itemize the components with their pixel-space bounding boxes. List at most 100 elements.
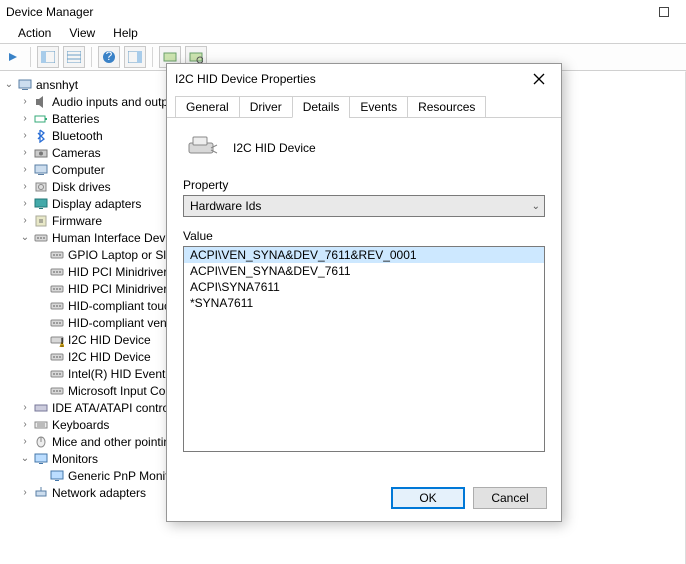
computer-icon: [32, 162, 50, 178]
warn-icon: !: [48, 332, 66, 348]
net-icon: [32, 485, 50, 501]
scan-icon: [189, 51, 203, 63]
value-item[interactable]: *SYNA7611: [184, 295, 544, 311]
property-combo-value: Hardware Ids: [190, 199, 261, 213]
mouse-icon: [32, 434, 50, 450]
tab-details-label: Details: [303, 100, 340, 114]
tree-root-label: ansnhyt: [34, 78, 78, 92]
dialog-close-button[interactable]: [525, 68, 553, 90]
dialog-header[interactable]: I2C HID Device Properties: [167, 64, 561, 94]
keyboard-icon: [32, 417, 50, 433]
computer-icon: [16, 77, 34, 93]
maximize-icon: [659, 7, 669, 17]
tab-events[interactable]: Events: [349, 96, 408, 118]
value-item[interactable]: ACPI\VEN_SYNA&DEV_7611: [184, 263, 544, 279]
tree-item-label: Display adapters: [50, 197, 141, 211]
tree-item-label: Generic PnP Monitor: [66, 469, 179, 483]
app-title: Device Manager: [6, 5, 93, 19]
tab-events-label: Events: [360, 100, 397, 114]
ok-button[interactable]: OK: [391, 487, 465, 509]
svg-text:?: ?: [106, 50, 113, 63]
property-combo[interactable]: Hardware Ids ⌄: [183, 195, 545, 217]
tree-item-label: Keyboards: [50, 418, 109, 432]
tab-details[interactable]: Details: [292, 96, 351, 118]
chevron-down-icon: ⌄: [532, 201, 540, 212]
expand-icon[interactable]: ›: [18, 487, 32, 498]
menu-help[interactable]: Help: [113, 26, 138, 40]
tree-item-label: Audio inputs and outputs: [50, 95, 184, 109]
tree-item-label: Batteries: [50, 112, 99, 126]
tree-item-label: Disk drives: [50, 180, 111, 194]
toolbar-separator: [30, 47, 31, 67]
toolbar-separator: [152, 47, 153, 67]
grid-icon: [67, 51, 81, 63]
svg-text:!: !: [60, 335, 63, 347]
toolbar-btn-1[interactable]: [37, 46, 59, 68]
expand-icon[interactable]: ⌄: [18, 453, 32, 464]
toolbar-btn-3[interactable]: [124, 46, 146, 68]
menu-view[interactable]: View: [69, 26, 95, 40]
tree-item-label: Computer: [50, 163, 105, 177]
panel-icon: [128, 51, 142, 63]
cancel-button-label: Cancel: [491, 491, 528, 505]
tree-item-label: I2C HID Device: [66, 350, 151, 364]
window-maximize-button[interactable]: [641, 0, 686, 23]
dialog-title: I2C HID Device Properties: [175, 72, 316, 86]
expand-icon[interactable]: ›: [18, 215, 32, 226]
tree-item-label: I2C HID Device: [66, 333, 151, 347]
expand-icon[interactable]: ›: [18, 436, 32, 447]
toolbar-btn-2[interactable]: [63, 46, 85, 68]
expand-icon[interactable]: ›: [18, 164, 32, 175]
expand-icon[interactable]: ›: [18, 147, 32, 158]
scan-icon: [163, 51, 177, 63]
monitor-icon: [32, 451, 50, 467]
device-name: I2C HID Device: [233, 141, 316, 155]
hid-icon: [48, 247, 66, 263]
tab-resources[interactable]: Resources: [407, 96, 486, 118]
panel-icon: [41, 51, 55, 63]
firmware-icon: [32, 213, 50, 229]
hid-icon: [48, 298, 66, 314]
property-label: Property: [183, 178, 545, 192]
hid-icon: [48, 281, 66, 297]
hid-icon: [32, 230, 50, 246]
nav-forward-button[interactable]: [2, 46, 24, 68]
tree-item-label: Cameras: [50, 146, 101, 160]
bluetooth-icon: [32, 128, 50, 144]
display-icon: [32, 196, 50, 212]
menubar: Action View Help: [0, 23, 686, 43]
value-item[interactable]: ACPI\SYNA7611: [184, 279, 544, 295]
expand-icon[interactable]: ⌄: [2, 79, 16, 90]
expand-icon[interactable]: ›: [18, 402, 32, 413]
speaker-icon: [32, 94, 50, 110]
expand-icon[interactable]: ›: [18, 181, 32, 192]
value-item[interactable]: ACPI\VEN_SYNA&DEV_7611&REV_0001: [184, 247, 544, 263]
expand-icon[interactable]: ›: [18, 96, 32, 107]
ide-icon: [32, 400, 50, 416]
expand-icon[interactable]: ⌄: [18, 232, 32, 243]
expand-icon[interactable]: ›: [18, 130, 32, 141]
toolbar-help-button[interactable]: ?: [98, 46, 120, 68]
battery-icon: [32, 111, 50, 127]
tab-general-label: General: [186, 100, 229, 114]
tab-general[interactable]: General: [175, 96, 240, 118]
hid-icon: [48, 383, 66, 399]
value-listbox[interactable]: ACPI\VEN_SYNA&DEV_7611&REV_0001ACPI\VEN_…: [183, 246, 545, 452]
expand-icon[interactable]: ›: [18, 419, 32, 430]
tab-driver[interactable]: Driver: [239, 96, 293, 118]
disk-icon: [32, 179, 50, 195]
hid-icon: [48, 315, 66, 331]
close-icon: [533, 73, 545, 85]
hid-icon: [48, 349, 66, 365]
expand-icon[interactable]: ›: [18, 113, 32, 124]
value-label: Value: [183, 229, 545, 243]
hid-icon: [48, 366, 66, 382]
menu-action[interactable]: Action: [18, 26, 51, 40]
dialog-body: I2C HID Device Property Hardware Ids ⌄ V…: [167, 118, 561, 452]
tree-item-label: Firmware: [50, 214, 102, 228]
expand-icon[interactable]: ›: [18, 198, 32, 209]
tree-item-label: Network adapters: [50, 486, 146, 500]
cancel-button[interactable]: Cancel: [473, 487, 547, 509]
dialog-tabs: General Driver Details Events Resources: [167, 94, 561, 118]
hid-icon: [48, 264, 66, 280]
